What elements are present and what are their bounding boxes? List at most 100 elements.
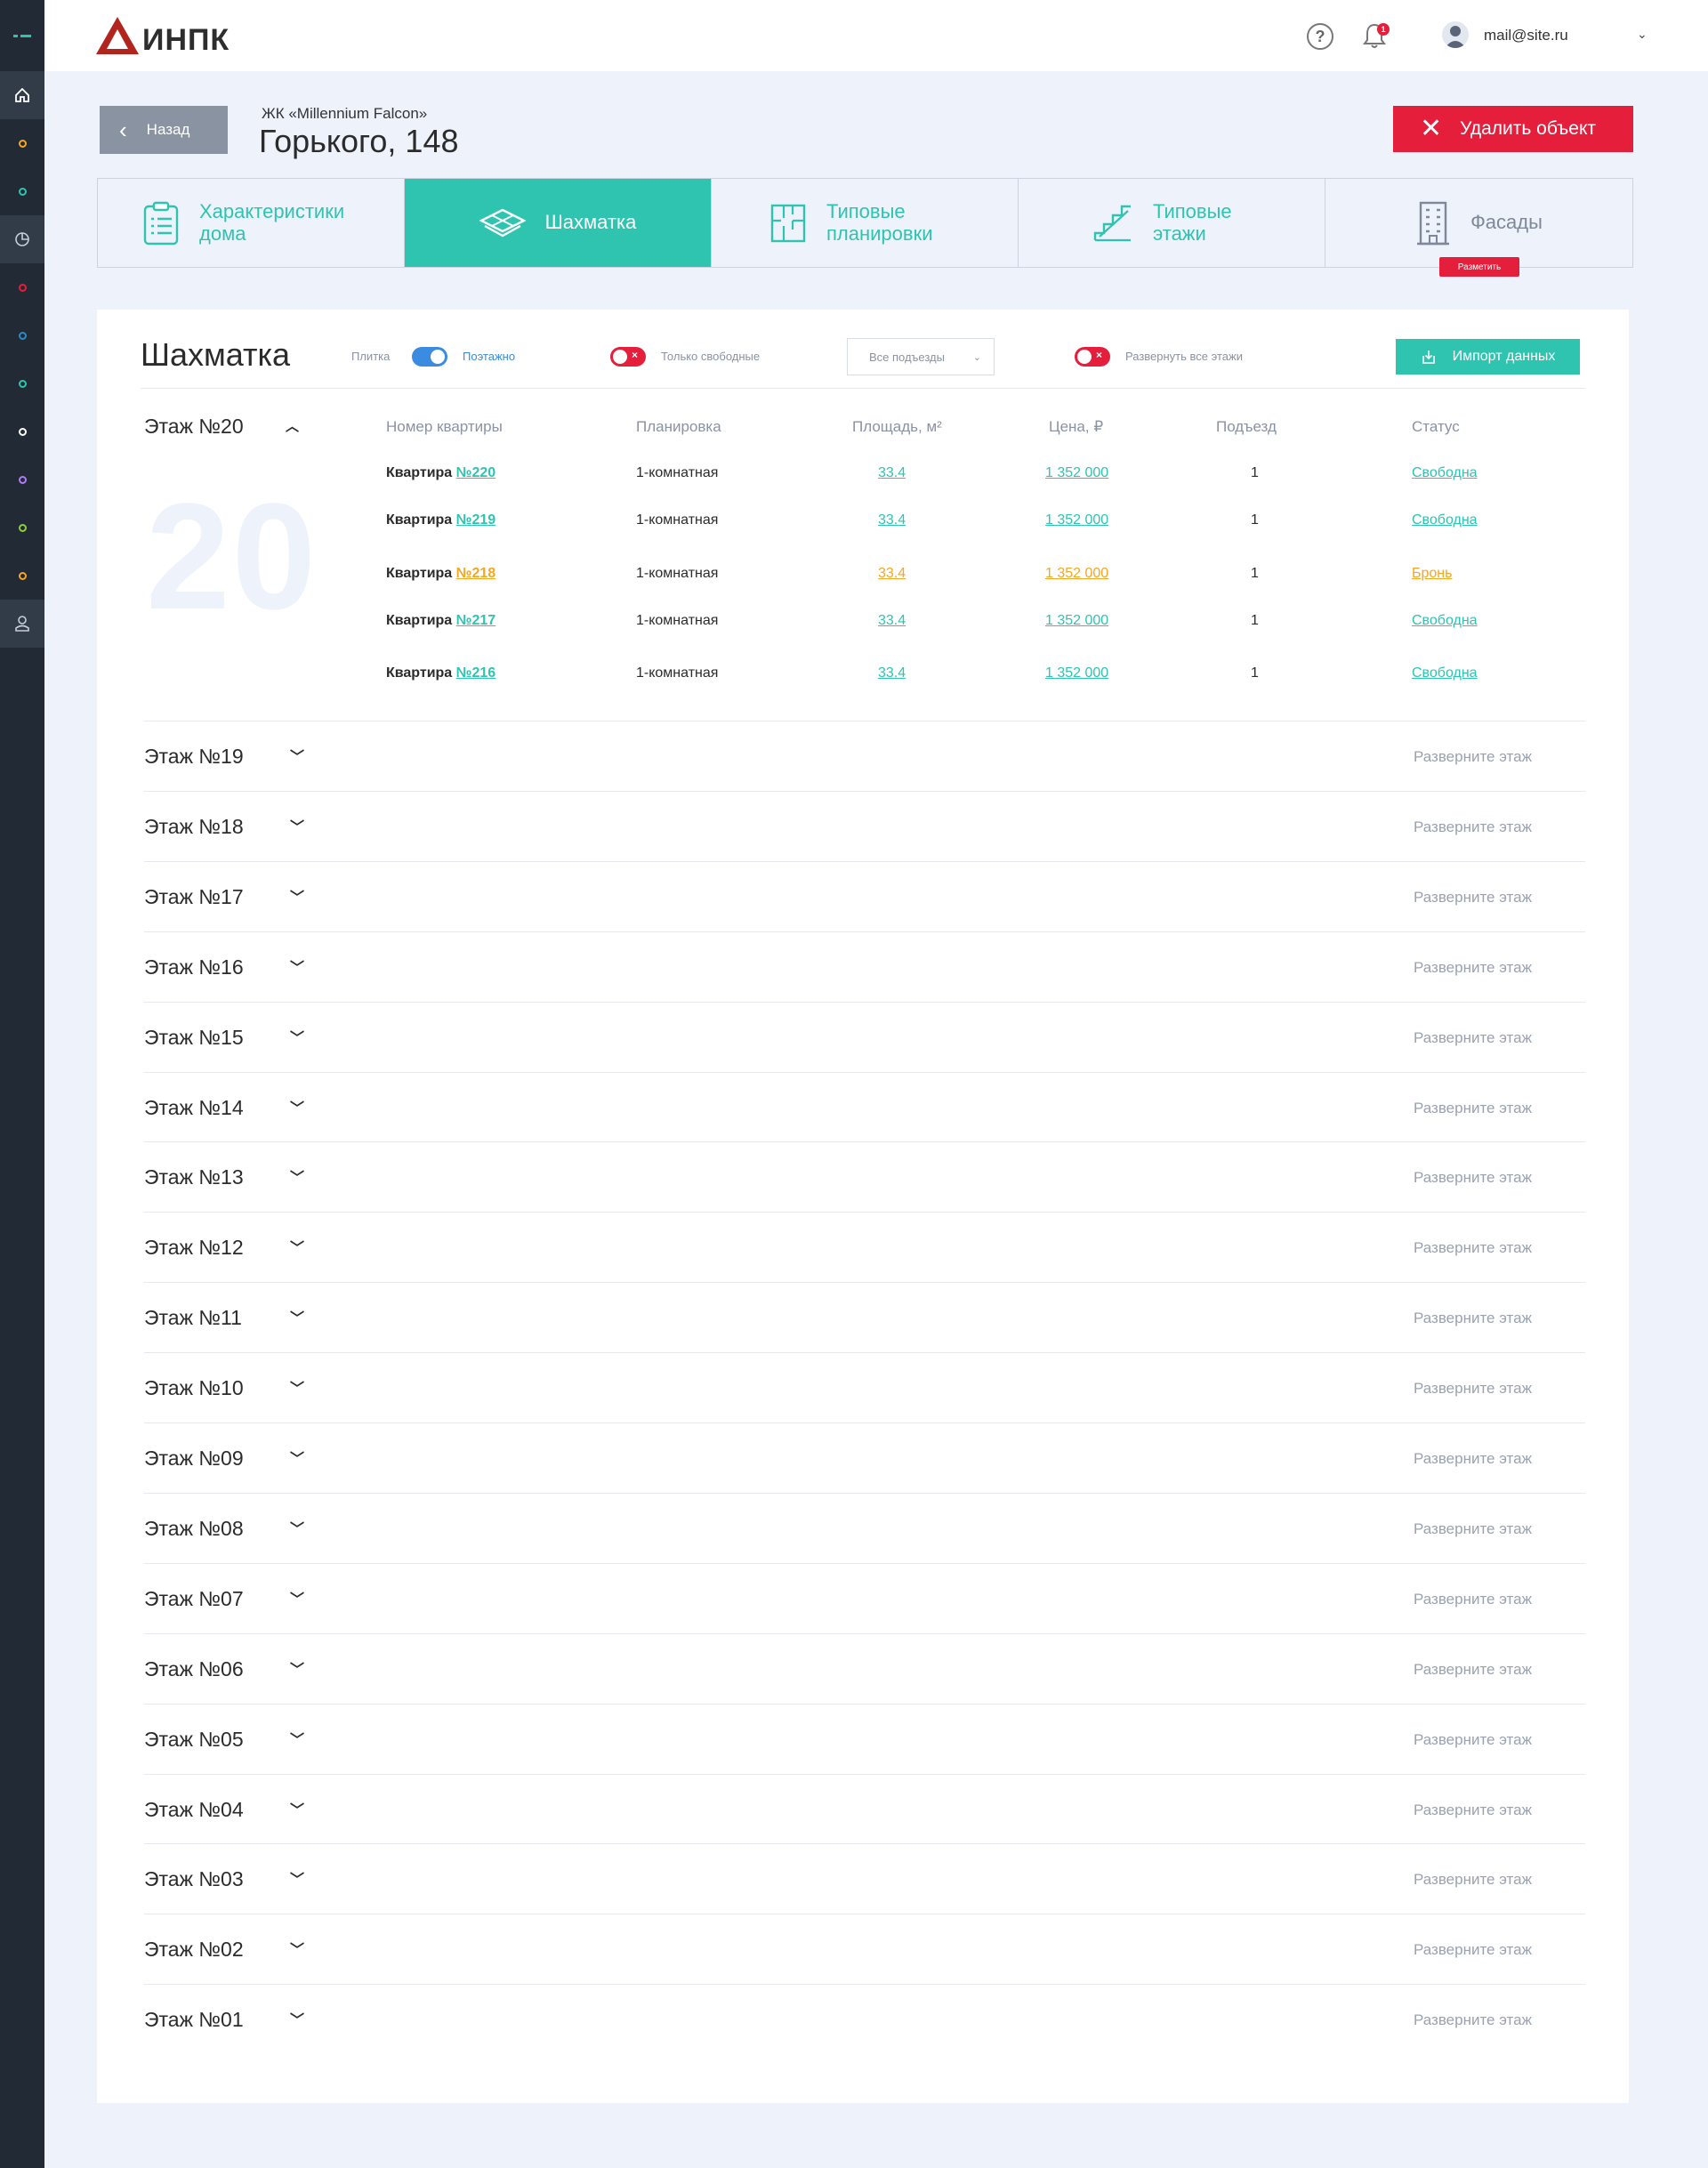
- floor-title[interactable]: Этаж №07: [144, 1587, 244, 1611]
- area-link[interactable]: 33.4: [878, 665, 906, 681]
- avatar[interactable]: [1442, 21, 1469, 48]
- apartment-number-link[interactable]: №220: [456, 465, 496, 480]
- chevron-down-icon[interactable]: ﹀: [290, 1447, 304, 1468]
- expand-floor-hint[interactable]: Разверните этаж: [1414, 1239, 1532, 1257]
- floor-row[interactable]: Этаж №13 ﹀ Разверните этаж: [144, 1141, 1585, 1212]
- view-floor-label[interactable]: Поэтажно: [463, 350, 515, 363]
- chevron-down-icon[interactable]: ﹀: [290, 1517, 304, 1538]
- expand-floor-hint[interactable]: Разверните этаж: [1414, 1520, 1532, 1538]
- expand-floor-hint[interactable]: Разверните этаж: [1414, 1450, 1532, 1468]
- floor-title[interactable]: Этаж №01: [144, 2008, 244, 2032]
- floor-title[interactable]: Этаж №06: [144, 1657, 244, 1681]
- markup-badge[interactable]: Разметить: [1439, 257, 1519, 277]
- floor-title[interactable]: Этаж №20: [144, 415, 244, 439]
- expand-floor-hint[interactable]: Разверните этаж: [1414, 748, 1532, 766]
- tab-characteristics[interactable]: Характеристики дома: [98, 179, 405, 267]
- tab-typical-floors[interactable]: Типовые этажи: [1019, 179, 1325, 267]
- sidebar-item-reports[interactable]: [0, 215, 44, 263]
- floor-row[interactable]: Этаж №16 ﹀ Разверните этаж: [144, 931, 1585, 1002]
- notifications-button[interactable]: 1: [1361, 21, 1391, 52]
- floor-title[interactable]: Этаж №05: [144, 1728, 244, 1752]
- floor-title[interactable]: Этаж №08: [144, 1517, 244, 1541]
- chevron-down-icon[interactable]: ﹀: [290, 955, 304, 977]
- sidebar-item-users[interactable]: [0, 600, 44, 648]
- chevron-down-icon[interactable]: ﹀: [290, 1376, 304, 1398]
- chevron-down-icon[interactable]: ﹀: [290, 815, 304, 836]
- delete-object-button[interactable]: ✕ Удалить объект: [1393, 106, 1633, 152]
- price-link[interactable]: 1 352 000: [1045, 566, 1108, 582]
- chevron-down-icon[interactable]: ﹀: [290, 2008, 304, 2029]
- expand-floor-hint[interactable]: Разверните этаж: [1414, 818, 1532, 836]
- expand-floor-hint[interactable]: Разверните этаж: [1414, 1100, 1532, 1117]
- chevron-down-icon[interactable]: ﹀: [290, 1657, 304, 1679]
- back-button[interactable]: ‹ Назад: [100, 106, 228, 154]
- floor-title[interactable]: Этаж №02: [144, 1938, 244, 1962]
- expand-floor-hint[interactable]: Разверните этаж: [1414, 889, 1532, 907]
- sidebar-item-6[interactable]: [0, 407, 44, 455]
- floor-row[interactable]: Этаж №15 ﹀ Разверните этаж: [144, 1002, 1585, 1072]
- expand-floor-hint[interactable]: Разверните этаж: [1414, 1029, 1532, 1047]
- view-mode-toggle[interactable]: [412, 347, 447, 367]
- floor-title[interactable]: Этаж №19: [144, 745, 244, 769]
- sidebar-item-4[interactable]: [0, 311, 44, 359]
- only-free-toggle[interactable]: ×: [610, 347, 646, 367]
- sidebar-item-home[interactable]: [0, 71, 44, 119]
- floor-title[interactable]: Этаж №18: [144, 815, 244, 839]
- sidebar-item-1[interactable]: [0, 119, 44, 167]
- apartment-number-link[interactable]: №217: [456, 613, 496, 628]
- sidebar-item-2[interactable]: [0, 167, 44, 215]
- chevron-down-icon[interactable]: ﹀: [290, 1728, 304, 1749]
- area-link[interactable]: 33.4: [878, 566, 906, 582]
- apartment-number-link[interactable]: №216: [456, 665, 496, 681]
- floor-row[interactable]: Этаж №02 ﹀ Разверните этаж: [144, 1914, 1585, 1984]
- price-link[interactable]: 1 352 000: [1045, 512, 1108, 528]
- floor-title[interactable]: Этаж №16: [144, 955, 244, 979]
- expand-floor-hint[interactable]: Разверните этаж: [1414, 2011, 1532, 2029]
- import-button[interactable]: Импорт данных: [1396, 339, 1580, 375]
- status-link[interactable]: Свободна: [1412, 613, 1478, 629]
- price-link[interactable]: 1 352 000: [1045, 665, 1108, 681]
- floor-row[interactable]: Этаж №17 ﹀ Разверните этаж: [144, 861, 1585, 931]
- floor-row[interactable]: Этаж №18 ﹀ Разверните этаж: [144, 791, 1585, 861]
- view-tile-label[interactable]: Плитка: [351, 350, 390, 363]
- floor-row[interactable]: Этаж №04 ﹀ Разверните этаж: [144, 1774, 1585, 1844]
- area-link[interactable]: 33.4: [878, 512, 906, 528]
- sidebar-item-9[interactable]: [0, 552, 44, 600]
- chevron-down-icon[interactable]: ﹀: [290, 1236, 304, 1257]
- chevron-up-icon[interactable]: ︿: [286, 416, 299, 435]
- menu-icon[interactable]: [0, 12, 44, 60]
- chevron-down-icon[interactable]: ﹀: [290, 1867, 304, 1889]
- apartment-number-link[interactable]: №218: [456, 566, 496, 581]
- floor-row[interactable]: Этаж №14 ﹀ Разверните этаж: [144, 1072, 1585, 1142]
- status-link[interactable]: Свободна: [1412, 465, 1478, 481]
- floor-row[interactable]: Этаж №19 ﹀ Разверните этаж: [144, 721, 1585, 791]
- price-link[interactable]: 1 352 000: [1045, 613, 1108, 629]
- chevron-down-icon[interactable]: ﹀: [290, 1938, 304, 1959]
- expand-floor-hint[interactable]: Разверните этаж: [1414, 1871, 1532, 1889]
- chevron-down-icon[interactable]: ﹀: [290, 1026, 304, 1047]
- logo[interactable]: ИНПК: [94, 12, 230, 58]
- sidebar-item-8[interactable]: [0, 504, 44, 552]
- floor-title[interactable]: Этаж №17: [144, 885, 244, 909]
- chevron-down-icon[interactable]: ﹀: [290, 745, 304, 766]
- floor-row[interactable]: Этаж №10 ﹀ Разверните этаж: [144, 1352, 1585, 1422]
- chevron-down-icon[interactable]: ⌄: [1637, 27, 1648, 42]
- status-link[interactable]: Свободна: [1412, 512, 1478, 528]
- help-icon[interactable]: ?: [1307, 23, 1333, 50]
- expand-floor-hint[interactable]: Разверните этаж: [1414, 1591, 1532, 1608]
- tab-chessboard[interactable]: Шахматка: [405, 179, 712, 267]
- price-link[interactable]: 1 352 000: [1045, 465, 1108, 481]
- floor-title[interactable]: Этаж №11: [144, 1306, 242, 1330]
- expand-floor-hint[interactable]: Разверните этаж: [1414, 959, 1532, 977]
- chevron-down-icon[interactable]: ﹀: [290, 1798, 304, 1819]
- floor-title[interactable]: Этаж №04: [144, 1798, 244, 1822]
- tab-facades[interactable]: Фасады Разметить: [1325, 179, 1632, 277]
- floor-title[interactable]: Этаж №10: [144, 1376, 244, 1400]
- tab-layouts[interactable]: Типовые планировки: [712, 179, 1019, 267]
- sidebar-item-7[interactable]: [0, 455, 44, 504]
- status-link[interactable]: Свободна: [1412, 665, 1478, 681]
- expand-floor-hint[interactable]: Разверните этаж: [1414, 1661, 1532, 1679]
- chevron-down-icon[interactable]: ﹀: [290, 1165, 304, 1187]
- expand-floor-hint[interactable]: Разверните этаж: [1414, 1941, 1532, 1959]
- expand-floor-hint[interactable]: Разверните этаж: [1414, 1380, 1532, 1398]
